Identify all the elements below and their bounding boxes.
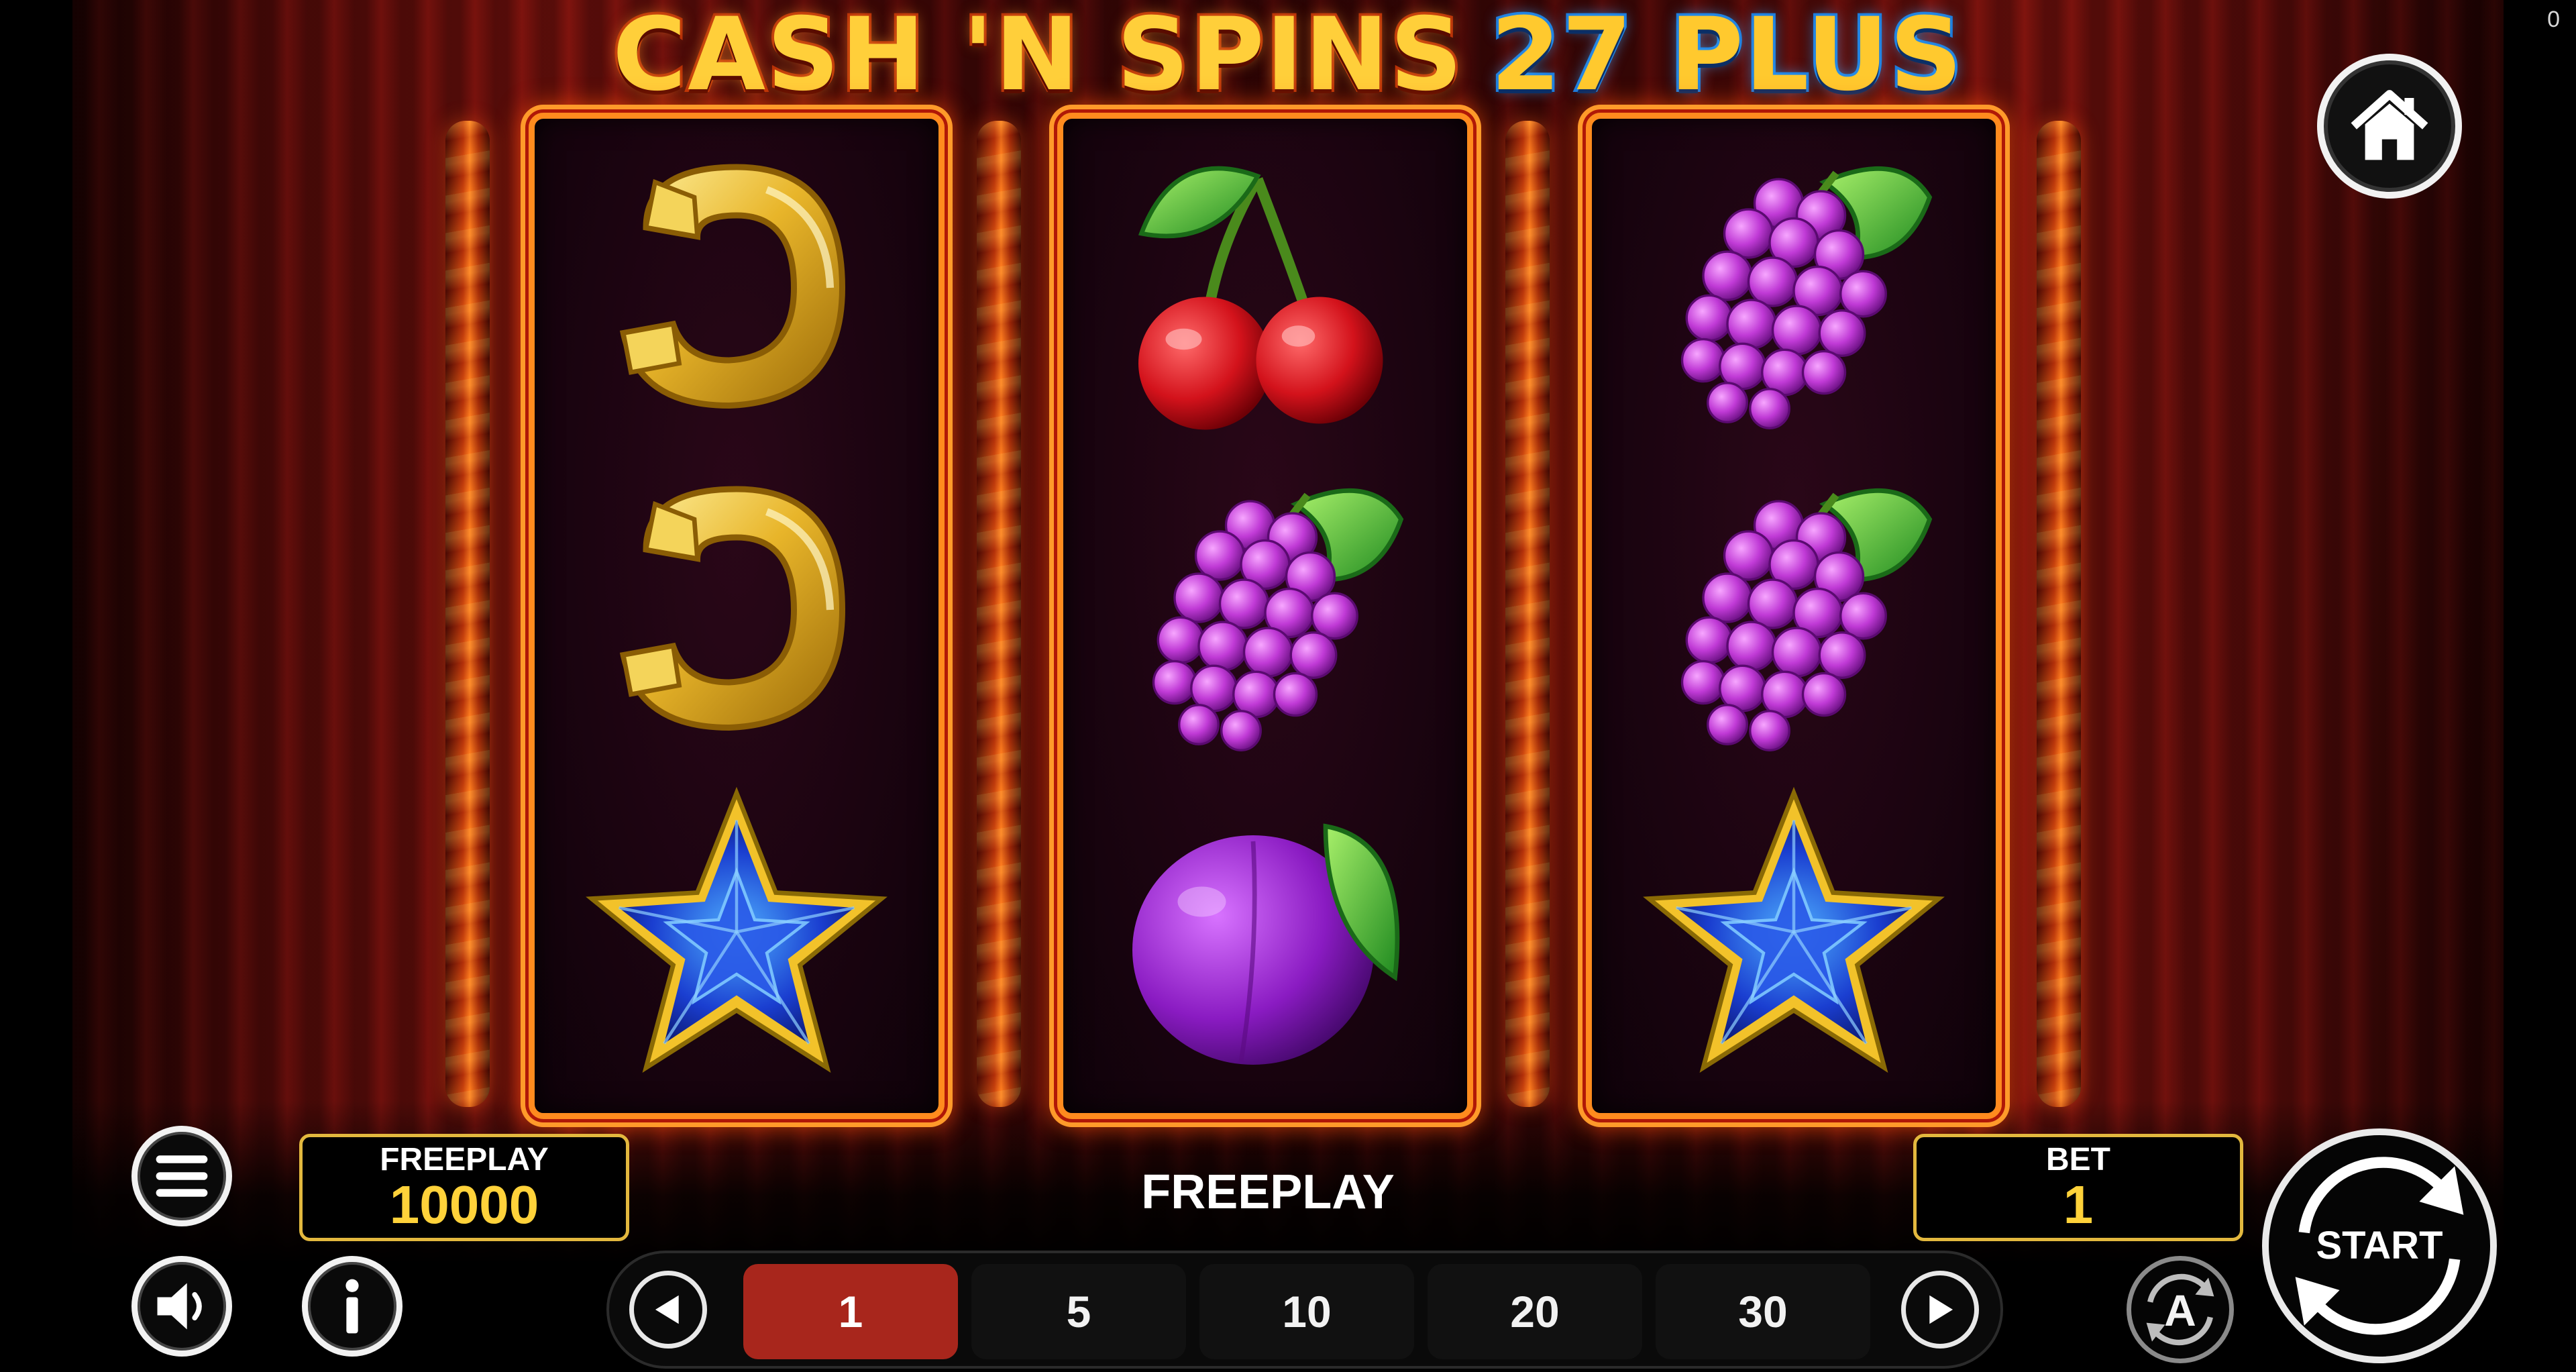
home-button[interactable] — [2317, 54, 2462, 199]
balance-value: 10000 — [389, 1175, 539, 1234]
logo-accent-text: 27 PLUS — [1488, 0, 1965, 113]
corner-counter: 0 — [2547, 7, 2560, 32]
bet-label: BET — [2046, 1142, 2110, 1177]
info-button[interactable] — [302, 1256, 402, 1357]
horseshoe-icon — [579, 137, 894, 439]
bet-option-5[interactable]: 5 — [971, 1264, 1186, 1359]
cherry-icon — [1108, 137, 1423, 439]
bet-next-button[interactable] — [1901, 1271, 1979, 1349]
home-icon — [2351, 90, 2428, 160]
fire-pillar-mid-right — [1505, 121, 1550, 1107]
reel-2 — [1057, 113, 1473, 1119]
sound-button[interactable] — [131, 1256, 232, 1357]
autoplay-label: A — [2164, 1285, 2196, 1335]
reel-symbol-plum — [1063, 771, 1467, 1093]
hamburger-menu-icon — [156, 1155, 208, 1197]
grapes-icon — [1636, 459, 1951, 761]
speaker-icon — [157, 1283, 202, 1330]
game-logo: CASH 'N SPINS 27 PLUS — [72, 0, 2504, 114]
grapes-icon — [1636, 137, 1951, 439]
triangle-left-icon — [655, 1295, 679, 1324]
autoplay-button[interactable]: A — [2127, 1256, 2234, 1363]
reel-symbol-grapes — [1063, 449, 1467, 771]
balance-box: FREEPLAY 10000 — [299, 1134, 629, 1241]
menu-button[interactable] — [131, 1126, 232, 1226]
reel-symbol-star — [535, 771, 938, 1093]
fire-pillar-right — [2037, 121, 2081, 1107]
plum-icon — [1108, 781, 1423, 1083]
reel-symbol-grapes — [1592, 127, 1996, 449]
reel-symbol-cherry — [1063, 127, 1467, 449]
info-icon — [345, 1279, 359, 1334]
reel-symbol-grapes — [1592, 449, 1996, 771]
status-message: FREEPLAY — [1141, 1165, 1395, 1219]
horseshoe-icon — [579, 459, 894, 761]
reel-1 — [529, 113, 945, 1119]
bet-option-1[interactable]: 1 — [743, 1264, 958, 1359]
logo-main-text: CASH 'N SPINS — [610, 0, 1465, 113]
start-label: START — [2316, 1224, 2443, 1267]
grapes-icon — [1108, 459, 1423, 761]
bet-option-10[interactable]: 10 — [1199, 1264, 1414, 1359]
bet-option-30[interactable]: 30 — [1656, 1264, 1870, 1359]
reel-3 — [1586, 113, 2002, 1119]
start-spin-button[interactable]: START — [2262, 1128, 2497, 1363]
reel-symbol-horseshoe — [535, 127, 938, 449]
bet-prev-button[interactable] — [629, 1271, 707, 1349]
balance-label: FREEPLAY — [380, 1142, 549, 1177]
fire-pillar-mid-left — [977, 121, 1021, 1107]
triangle-right-icon — [1929, 1295, 1953, 1324]
bet-option-20[interactable]: 20 — [1428, 1264, 1642, 1359]
reel-symbol-star — [1592, 771, 1996, 1093]
bet-box: BET 1 — [1913, 1134, 2243, 1241]
star-icon — [579, 781, 894, 1083]
star-icon — [1636, 781, 1951, 1083]
reel-symbol-horseshoe — [535, 449, 938, 771]
bet-value: 1 — [2063, 1175, 2094, 1234]
fire-pillar-left — [445, 121, 490, 1107]
